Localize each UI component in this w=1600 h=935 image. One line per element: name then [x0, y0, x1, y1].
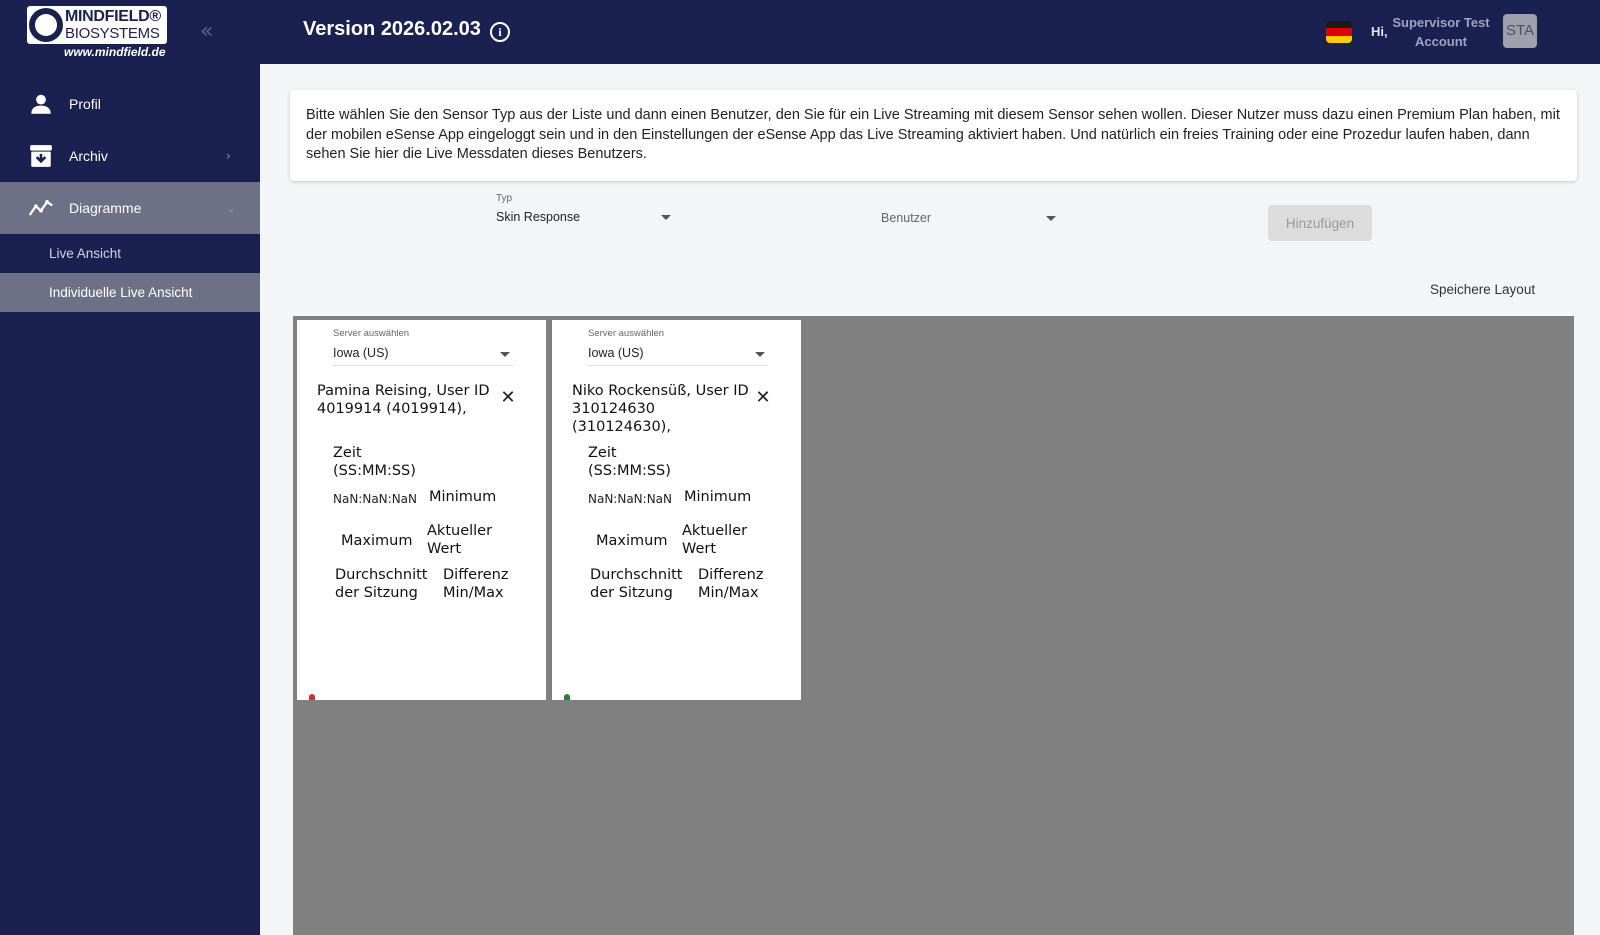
live-card[interactable]: Server auswählen Iowa (US) Pamina Reisin… [297, 320, 546, 700]
differenz-label: Differenz Min/Max [443, 567, 509, 601]
chart-line-icon [28, 200, 53, 216]
top-header: Version 2026.02.03 i Hi, Supervisor Test… [260, 0, 1600, 64]
info-notice: Bitte wählen Sie den Sensor Typ aus der … [290, 90, 1577, 181]
user-name-line1: Supervisor Test [1392, 15, 1490, 30]
maximum-label: Maximum [341, 533, 413, 549]
aktueller-wert-label: Aktueller Wert [682, 523, 748, 557]
typ-value: Skin Response [496, 210, 581, 224]
user-name-line2: Account [1415, 34, 1467, 49]
server-label: Server auswählen [333, 328, 410, 339]
logo-line2: BIOSYSTEMS [65, 25, 160, 42]
logo-line1: MINDFIELD® [65, 8, 161, 25]
close-icon[interactable]: ✕ [755, 389, 771, 407]
sidebar-item-archiv[interactable]: Archiv › [0, 130, 260, 182]
aktueller-wert-label: Aktueller Wert [427, 523, 493, 557]
card-user-title: Pamina Reising, User ID 4019914 (4019914… [317, 383, 490, 417]
sidebar-item-label: Profil [69, 96, 101, 112]
mindfield-logo[interactable]: MINDFIELD® BIOSYSTEMS www.mindfield.de [27, 6, 167, 60]
benutzer-select[interactable]: Benutzer [881, 205, 1061, 229]
zeit-label: Zeit (SS:MM:SS) [333, 445, 416, 479]
series-marker [309, 694, 315, 700]
server-label: Server auswählen [588, 328, 665, 339]
info-icon[interactable]: i [490, 22, 510, 42]
logo-head-icon [29, 8, 63, 42]
typ-label: Typ [496, 193, 513, 204]
sidebar-item-label: Diagramme [69, 200, 142, 216]
logo-box: MINDFIELD® BIOSYSTEMS [27, 6, 167, 44]
archive-icon [30, 145, 52, 167]
user-name: Supervisor Test Account [1386, 13, 1496, 51]
chevron-right-icon: › [226, 149, 231, 163]
minimum-label: Minimum [684, 489, 752, 505]
benutzer-placeholder: Benutzer [881, 211, 932, 225]
series-marker [564, 694, 570, 700]
time-value: NaN:NaN:NaN [333, 492, 418, 506]
chevron-down-icon: ⌄ [226, 201, 237, 215]
minimum-label: Minimum [429, 489, 497, 505]
typ-select[interactable]: Typ Skin Response [496, 193, 676, 225]
time-value: NaN:NaN:NaN [588, 492, 673, 506]
sidebar-item-label: Archiv [69, 148, 108, 164]
zeit-label: Zeit (SS:MM:SS) [588, 445, 671, 479]
sidebar: MINDFIELD® BIOSYSTEMS www.mindfield.de «… [0, 0, 260, 935]
logo-url: www.mindfield.de [64, 45, 166, 59]
collapse-sidebar-icon[interactable]: « [200, 20, 224, 44]
caret-down-icon [500, 352, 510, 357]
person-icon [31, 94, 51, 114]
sidebar-item-diagramme[interactable]: Diagramme ⌄ [0, 182, 260, 234]
sidebar-subitem-live-ansicht[interactable]: Live Ansicht [0, 234, 260, 273]
maximum-label: Maximum [596, 533, 668, 549]
caret-down-icon [755, 352, 765, 357]
sidebar-item-profil[interactable]: Profil [0, 78, 260, 130]
server-select[interactable]: Iowa (US) [588, 346, 768, 366]
logo-area: MINDFIELD® BIOSYSTEMS www.mindfield.de « [0, 0, 260, 64]
sidebar-subitem-label: Individuelle Live Ansicht [49, 285, 193, 300]
live-card[interactable]: Server auswählen Iowa (US) Niko Rockensü… [552, 320, 801, 700]
caret-down-icon [661, 215, 671, 220]
add-button[interactable]: Hinzufügen [1268, 205, 1372, 241]
version-title: Version 2026.02.03 [303, 18, 481, 40]
differenz-label: Differenz Min/Max [698, 567, 764, 601]
server-select[interactable]: Iowa (US) [333, 346, 513, 366]
avatar[interactable]: STA [1503, 14, 1537, 48]
save-layout-button[interactable]: Speichere Layout [1430, 282, 1535, 297]
close-icon[interactable]: ✕ [500, 389, 516, 407]
german-flag-icon[interactable] [1326, 21, 1352, 43]
card-user-title: Niko Rockensüß, User ID 310124630 (31012… [572, 383, 749, 435]
caret-down-icon [1046, 216, 1056, 221]
sidebar-subitem-label: Live Ansicht [49, 246, 122, 261]
sidebar-subitem-individuelle-live-ansicht[interactable]: Individuelle Live Ansicht [0, 273, 260, 312]
durchschnitt-label: Durchschnitt der Sitzung [590, 567, 683, 601]
durchschnitt-label: Durchschnitt der Sitzung [335, 567, 428, 601]
